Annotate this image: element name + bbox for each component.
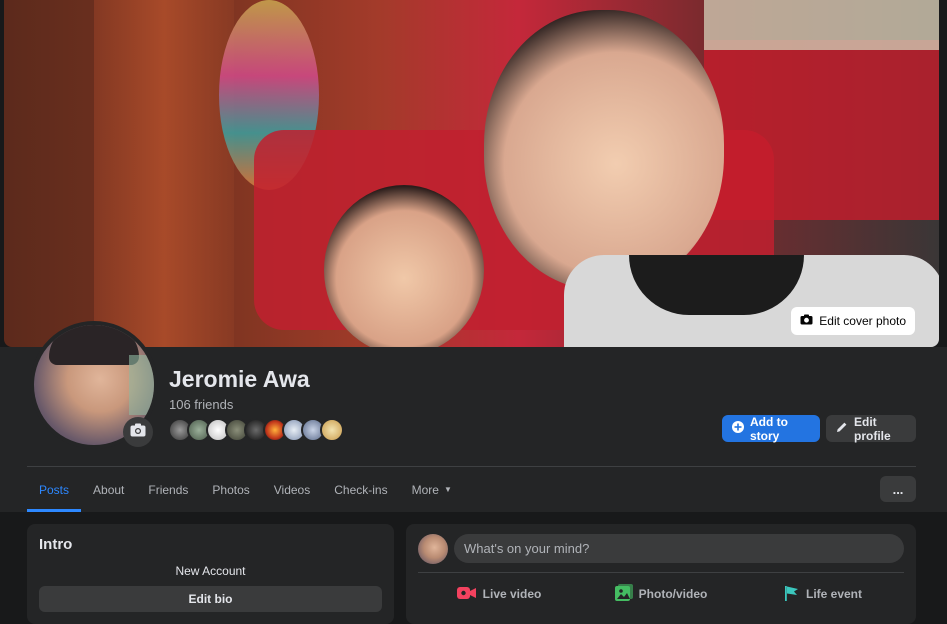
live-video-button[interactable]: Live video xyxy=(418,579,580,609)
edit-profile-button[interactable]: Edit profile xyxy=(826,414,916,443)
add-to-story-label: Add to story xyxy=(750,414,788,443)
more-options-button[interactable]: ... xyxy=(880,476,916,502)
composer-actions: Live video Photo/video Life event xyxy=(418,579,904,609)
profile-tabs: Posts About Friends Photos Videos Check-… xyxy=(27,467,464,512)
pencil-icon xyxy=(836,421,848,436)
photo-icon xyxy=(614,583,633,605)
tab-posts[interactable]: Posts xyxy=(27,467,82,512)
tab-more-label: More xyxy=(411,482,439,497)
post-composer: Live video Photo/video Life event xyxy=(406,524,916,624)
cover-photo[interactable]: Edit cover photo xyxy=(4,0,939,347)
tab-photos[interactable]: Photos xyxy=(200,467,261,512)
whats-on-your-mind-input[interactable] xyxy=(454,534,904,563)
cover-child-face xyxy=(324,185,484,347)
cover-red-seat-right xyxy=(704,40,939,220)
composer-divider xyxy=(418,572,904,573)
plus-circle-icon xyxy=(732,421,744,436)
friend-avatar-stack xyxy=(168,418,344,442)
edit-profile-label: Edit profile xyxy=(854,414,891,443)
cover-man-face xyxy=(484,10,724,290)
composer-avatar[interactable] xyxy=(418,534,448,564)
friends-count[interactable]: 106 friends xyxy=(169,397,233,412)
camera-icon xyxy=(130,423,146,442)
life-event-label: Life event xyxy=(805,587,862,601)
avatar-hair xyxy=(49,325,139,365)
intro-bio: New Account xyxy=(175,564,246,578)
edit-cover-label: Edit cover photo xyxy=(819,314,906,328)
tab-check-ins[interactable]: Check-ins xyxy=(322,467,399,512)
tab-about[interactable]: About xyxy=(81,467,136,512)
edit-bio-button[interactable]: Edit bio xyxy=(39,586,382,612)
camera-icon xyxy=(800,314,813,328)
tab-friends[interactable]: Friends xyxy=(136,467,200,512)
live-video-icon xyxy=(456,586,477,603)
edit-cover-photo-button[interactable]: Edit cover photo xyxy=(791,307,915,335)
cover-wood-panel xyxy=(94,0,234,347)
add-to-story-button[interactable]: Add to story xyxy=(722,414,820,443)
friend-avatar[interactable] xyxy=(320,418,344,442)
life-event-button[interactable]: Life event xyxy=(742,579,904,609)
photo-video-label: Photo/video xyxy=(638,587,708,601)
avatar-side-window xyxy=(129,355,154,415)
cover-wall-light xyxy=(704,0,939,50)
photo-video-button[interactable]: Photo/video xyxy=(580,579,742,609)
update-avatar-button[interactable] xyxy=(123,417,153,447)
intro-card: Intro New Account Edit bio xyxy=(27,524,394,624)
tab-more[interactable]: More ▼ xyxy=(400,467,464,512)
profile-name: Jeromie Awa xyxy=(169,366,310,392)
intro-title: Intro xyxy=(39,536,73,553)
flag-icon xyxy=(784,585,800,604)
caret-down-icon: ▼ xyxy=(443,485,452,494)
tab-videos[interactable]: Videos xyxy=(262,467,322,512)
live-video-label: Live video xyxy=(482,587,542,601)
